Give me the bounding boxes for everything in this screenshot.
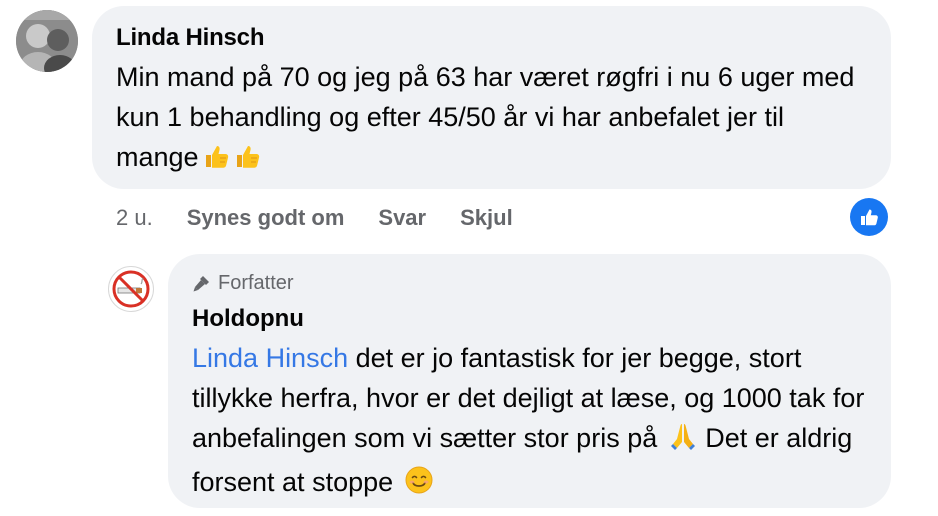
comment-author[interactable]: Linda Hinsch xyxy=(116,22,867,54)
microphone-icon xyxy=(193,276,209,292)
reply-bubble: Forfatter Holdopnu Linda Hinsch det er j… xyxy=(168,254,891,508)
hide-button[interactable]: Skjul xyxy=(460,205,513,231)
thumbs-up-icon xyxy=(233,141,261,181)
comment-bubble: Linda Hinsch Min mand på 70 og jeg på 63… xyxy=(92,6,891,189)
avatar[interactable] xyxy=(16,10,78,72)
author-badge: Forfatter xyxy=(192,268,867,298)
like-reaction-badge[interactable] xyxy=(850,198,888,236)
mention-link[interactable]: Linda Hinsch xyxy=(192,343,348,373)
profile-photo xyxy=(16,10,78,72)
reply-avatar[interactable] xyxy=(108,266,154,312)
no-smoking-icon xyxy=(112,270,150,308)
like-button[interactable]: Synes godt om xyxy=(187,205,345,231)
comment-text: Min mand på 70 og jeg på 63 har været rø… xyxy=(116,57,867,181)
thumbs-up-icon xyxy=(202,141,230,181)
reply-button[interactable]: Svar xyxy=(378,205,426,231)
comment-actions: 2 u. Synes godt om Svar Skjul xyxy=(116,203,547,233)
comment-timestamp[interactable]: 2 u. xyxy=(116,205,153,231)
smiling-face-icon xyxy=(404,465,434,506)
author-badge-label: Forfatter xyxy=(218,271,294,294)
thumbs-up-icon xyxy=(861,209,878,226)
reply-author[interactable]: Holdopnu xyxy=(192,302,867,336)
folded-hands-icon xyxy=(668,421,698,462)
reply-text: Linda Hinsch det er jo fantastisk for je… xyxy=(192,338,867,506)
